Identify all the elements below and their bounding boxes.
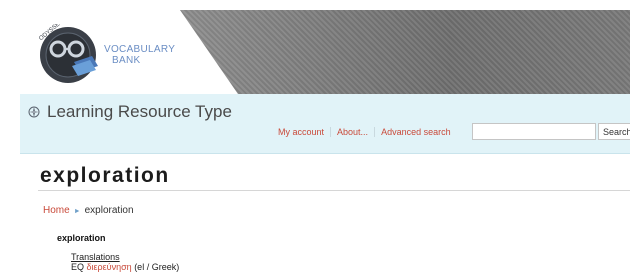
logo-text-line1: VOCABULARY [104, 44, 176, 55]
page-title: exploration [40, 164, 170, 187]
term-heading: exploration [57, 233, 106, 243]
search-button[interactable]: Search [598, 123, 630, 140]
title-bar: Learning Resource Type My account About.… [20, 94, 630, 154]
my-account-link[interactable]: My account [272, 127, 330, 137]
advanced-search-link[interactable]: Advanced search [374, 127, 457, 137]
site-title-text: Learning Resource Type [47, 102, 232, 121]
translations-label[interactable]: Translations [71, 252, 120, 262]
search-input[interactable] [472, 123, 596, 140]
breadcrumb-home-link[interactable]: Home [43, 205, 70, 216]
compass-icon [28, 106, 40, 118]
site-title[interactable]: Learning Resource Type [28, 102, 232, 122]
logo-text: VOCABULARY BANK [104, 44, 175, 66]
header-banner-texture [180, 10, 630, 94]
site-header: ODYSSEUS VOCABULARY BANK [20, 10, 630, 94]
logo-emblem-icon: ODYSSEUS [38, 16, 98, 83]
translation-code: EQ [71, 262, 85, 272]
logo-text-line2: BANK [112, 55, 141, 66]
breadcrumb-current: exploration [84, 205, 134, 216]
breadcrumb: Home ► exploration [43, 205, 134, 216]
translation-row: EQ διερεύνηση (el / Greek) [71, 262, 179, 272]
breadcrumb-separator-icon: ► [73, 208, 81, 215]
title-divider [38, 190, 630, 191]
translation-language: (el / Greek) [134, 262, 180, 272]
about-link[interactable]: About... [330, 127, 374, 137]
top-nav: My account About... Advanced search [272, 127, 457, 137]
vocabulary-bank-logo[interactable]: ODYSSEUS VOCABULARY BANK [34, 16, 184, 84]
translation-word-link[interactable]: διερεύνηση [87, 262, 132, 272]
